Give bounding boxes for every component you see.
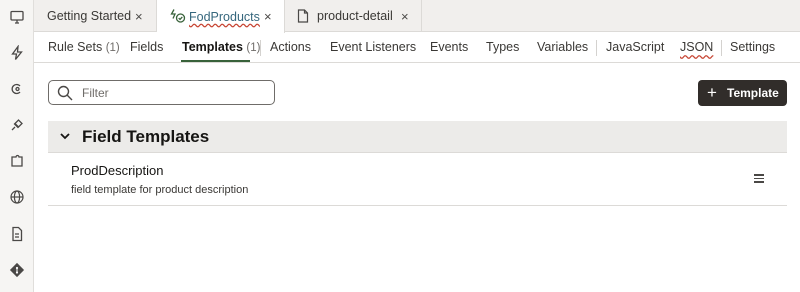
tab-divider [260, 40, 261, 56]
filter-input[interactable] [82, 85, 267, 101]
close-icon[interactable]: × [264, 9, 272, 24]
doc-tab-product-detail[interactable]: product-detail × [285, 0, 422, 32]
puzzle-icon[interactable] [8, 152, 26, 170]
tab-label: Types [486, 40, 520, 54]
field-templates-section-header[interactable]: Field Templates [48, 121, 787, 153]
template-list-item[interactable]: ProdDescription field template for produ… [48, 153, 787, 206]
tab-count: (1) [105, 42, 120, 54]
tab-divider [596, 40, 597, 56]
tab-javascript[interactable]: JavaScript [606, 40, 664, 54]
doc-tab-getting-started[interactable]: Getting Started × [34, 0, 157, 32]
chevron-down-icon[interactable] [58, 129, 72, 143]
doc-tab-label: FodProducts [189, 9, 260, 24]
tab-settings[interactable]: Settings [730, 40, 775, 54]
copyright-icon[interactable] [8, 80, 26, 98]
tab-count: (1) [246, 42, 261, 54]
editor-tab-bar: Rule Sets (1) Fields Templates (1) Actio… [34, 33, 800, 63]
monitor-icon[interactable] [8, 8, 26, 26]
bolt-icon[interactable] [8, 44, 26, 62]
activity-rail [0, 0, 34, 292]
tab-label: Rule Sets [48, 40, 103, 54]
plug-icon[interactable] [8, 116, 26, 134]
tab-divider [721, 40, 722, 56]
tab-label: Templates [182, 40, 243, 54]
tab-label: Events [430, 40, 469, 54]
tab-fields[interactable]: Fields [130, 40, 163, 54]
tab-label: Actions [270, 40, 311, 54]
tab-events[interactable]: Events [430, 40, 468, 54]
tab-label: Settings [730, 40, 776, 54]
tab-event-listeners[interactable]: Event Listeners [330, 40, 416, 54]
tab-label: JavaScript [606, 40, 665, 54]
plus-icon: + [707, 83, 717, 102]
tab-label: JSON [680, 40, 714, 54]
doc-tab-fodproducts[interactable]: FodProducts × [157, 0, 285, 33]
file-icon [297, 9, 309, 23]
search-icon [57, 85, 73, 101]
tab-actions[interactable]: Actions [270, 40, 311, 54]
add-template-button[interactable]: + Template [698, 80, 787, 106]
tab-json[interactable]: JSON [680, 40, 713, 54]
document-icon[interactable] [8, 225, 26, 243]
tab-templates[interactable]: Templates (1) [182, 40, 260, 54]
tab-rule-sets[interactable]: Rule Sets (1) [48, 40, 120, 54]
document-tab-bar: Getting Started × FodProducts × product-… [34, 0, 800, 33]
tab-label: Fields [130, 40, 164, 54]
tab-types[interactable]: Types [486, 40, 519, 54]
add-template-label: Template [727, 86, 779, 100]
business-rules-icon [170, 8, 186, 24]
tab-variables[interactable]: Variables [537, 40, 588, 54]
section-title: Field Templates [82, 127, 210, 146]
close-icon[interactable]: × [401, 9, 409, 24]
template-description: field template for product description [71, 184, 249, 196]
tab-label: Variables [537, 40, 589, 54]
doc-tab-label: Getting Started [47, 9, 132, 23]
filter-field[interactable] [48, 80, 275, 105]
active-tab-indicator [181, 60, 250, 62]
template-name: ProdDescription [71, 163, 164, 178]
globe-icon[interactable] [8, 188, 26, 206]
close-icon[interactable]: × [135, 9, 143, 24]
tab-label: Event Listeners [330, 40, 417, 54]
hamburger-menu-icon[interactable] [752, 172, 766, 186]
doc-tab-label: product-detail [317, 9, 393, 23]
git-icon[interactable] [8, 261, 26, 279]
